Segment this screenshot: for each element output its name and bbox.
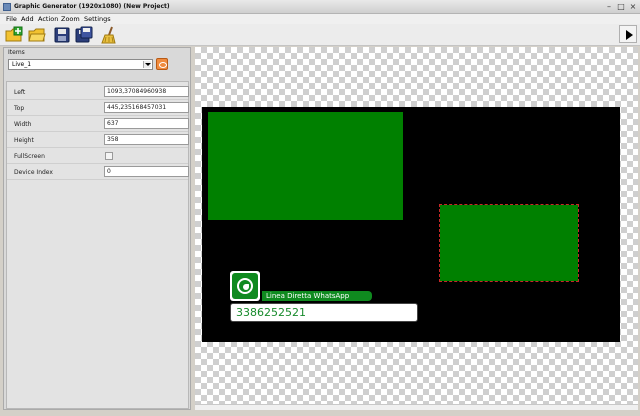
- device-index-field[interactable]: 0: [104, 166, 189, 177]
- prop-row-left: Left 1093,37084960938: [7, 84, 189, 100]
- window-title: Graphic Generator (1920x1080) (New Proje…: [14, 3, 170, 10]
- prop-label-top: Top: [14, 105, 25, 112]
- prop-row-width: Width 637: [7, 116, 189, 132]
- menu-add[interactable]: Add: [21, 15, 34, 23]
- whatsapp-badge-background: [232, 273, 258, 299]
- close-icon[interactable]: ×: [628, 2, 638, 11]
- left-field[interactable]: 1093,37084960938: [104, 86, 189, 97]
- fullscreen-checkbox[interactable]: [105, 152, 113, 160]
- green-rectangle-item[interactable]: [208, 112, 403, 220]
- menu-settings[interactable]: Settings: [84, 15, 111, 23]
- top-field[interactable]: 445,235168457031: [104, 102, 189, 113]
- save-as-icon[interactable]: [75, 26, 93, 44]
- property-grid: Left 1093,37084960938 Top 445,2351684570…: [6, 81, 189, 409]
- new-project-icon[interactable]: [5, 26, 23, 44]
- prop-label-fullscreen: FullScreen: [14, 153, 45, 160]
- items-label: Items: [8, 49, 25, 56]
- chevron-down-icon[interactable]: [143, 61, 151, 68]
- clear-broom-icon[interactable]: [100, 26, 118, 44]
- open-folder-icon[interactable]: [28, 26, 46, 44]
- items-dropdown[interactable]: Live_1: [8, 59, 153, 70]
- save-icon[interactable]: [53, 26, 71, 44]
- maximize-icon[interactable]: □: [616, 2, 626, 11]
- horizontal-scrollbar[interactable]: [195, 404, 638, 410]
- prop-label-width: Width: [14, 121, 32, 128]
- title-bar: Graphic Generator (1920x1080) (New Proje…: [0, 0, 640, 14]
- app-icon: [3, 3, 11, 11]
- prop-label-device-index: Device Index: [14, 169, 53, 176]
- menu-file[interactable]: File: [6, 15, 17, 23]
- prop-row-device-index: Device Index 0: [7, 164, 189, 180]
- whatsapp-icon: [237, 278, 253, 294]
- menu-bar: File Add Action Zoom Settings: [0, 14, 640, 24]
- items-dropdown-value: Live_1: [12, 61, 32, 68]
- prop-row-height: Height 358: [7, 132, 189, 148]
- whatsapp-number: 3386252521: [230, 303, 418, 322]
- whatsapp-label: Linea Diretta WhatsApp: [262, 291, 372, 301]
- minimize-icon[interactable]: –: [604, 2, 614, 11]
- width-field[interactable]: 637: [104, 118, 189, 129]
- whatsapp-badge[interactable]: [230, 271, 260, 301]
- menu-zoom[interactable]: Zoom: [61, 15, 80, 23]
- prop-row-fullscreen: FullScreen: [7, 148, 188, 164]
- menu-action[interactable]: Action: [38, 15, 58, 23]
- stage-preview[interactable]: Linea Diretta WhatsApp 3386252521: [202, 107, 620, 342]
- prop-label-left: Left: [14, 89, 26, 96]
- eye-icon[interactable]: [156, 58, 168, 70]
- height-field[interactable]: 358: [104, 134, 189, 145]
- selected-live-item[interactable]: [439, 204, 579, 282]
- play-icon[interactable]: [619, 25, 637, 43]
- items-panel: Items Live_1 Left 1093,37084960938 Top 4…: [3, 47, 191, 410]
- prop-row-top: Top 445,235168457031: [7, 100, 189, 116]
- prop-label-height: Height: [14, 137, 34, 144]
- toolbar: [0, 24, 640, 46]
